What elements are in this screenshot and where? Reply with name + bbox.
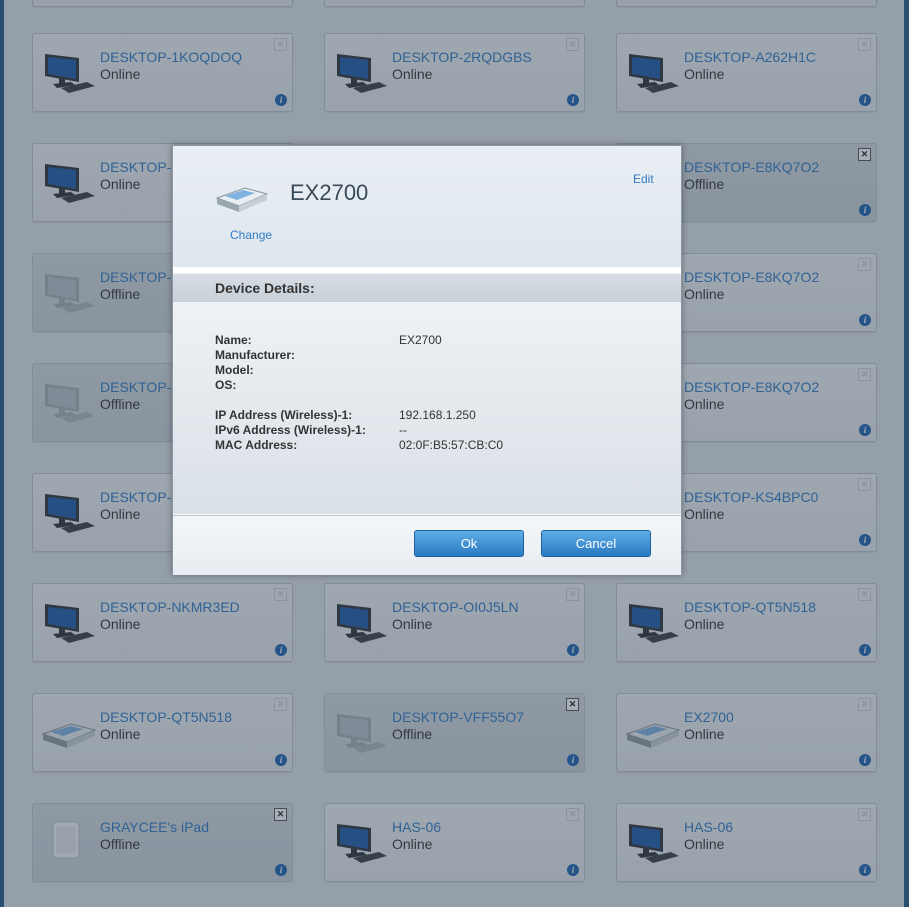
edit-link[interactable]: Edit [633, 172, 654, 186]
detail-key: Name: [215, 333, 252, 347]
detail-key: MAC Address: [215, 438, 298, 452]
dialog-header: Change EX2700 Edit [173, 146, 681, 267]
section-title: Device Details: [215, 280, 315, 296]
detail-value: 02:0F:B5:57:CB:C0 [399, 438, 504, 452]
dialog-footer: Ok Cancel [173, 515, 681, 575]
detail-value: 192.168.1.250 [399, 408, 476, 422]
detail-value: EX2700 [399, 333, 442, 347]
detail-value: -- [399, 423, 407, 437]
cancel-button[interactable]: Cancel [541, 530, 651, 557]
device-details-dialog: Change EX2700 Edit Device Details: Name:… [172, 145, 682, 575]
change-icon-link[interactable]: Change [230, 228, 272, 242]
detail-key: IP Address (Wireless)-1: [215, 408, 353, 422]
details-panel: Name: EX2700 Manufacturer: Model: OS: IP… [173, 302, 681, 514]
detail-key: IPv6 Address (Wireless)-1: [215, 423, 366, 437]
ok-button[interactable]: Ok [414, 530, 524, 557]
detail-key: Model: [215, 363, 254, 377]
section-header: Device Details: [173, 273, 681, 302]
dialog-title: EX2700 [290, 180, 369, 205]
detail-key: OS: [215, 378, 237, 392]
detail-key: Manufacturer: [215, 348, 296, 362]
network-device-icon [215, 187, 269, 212]
